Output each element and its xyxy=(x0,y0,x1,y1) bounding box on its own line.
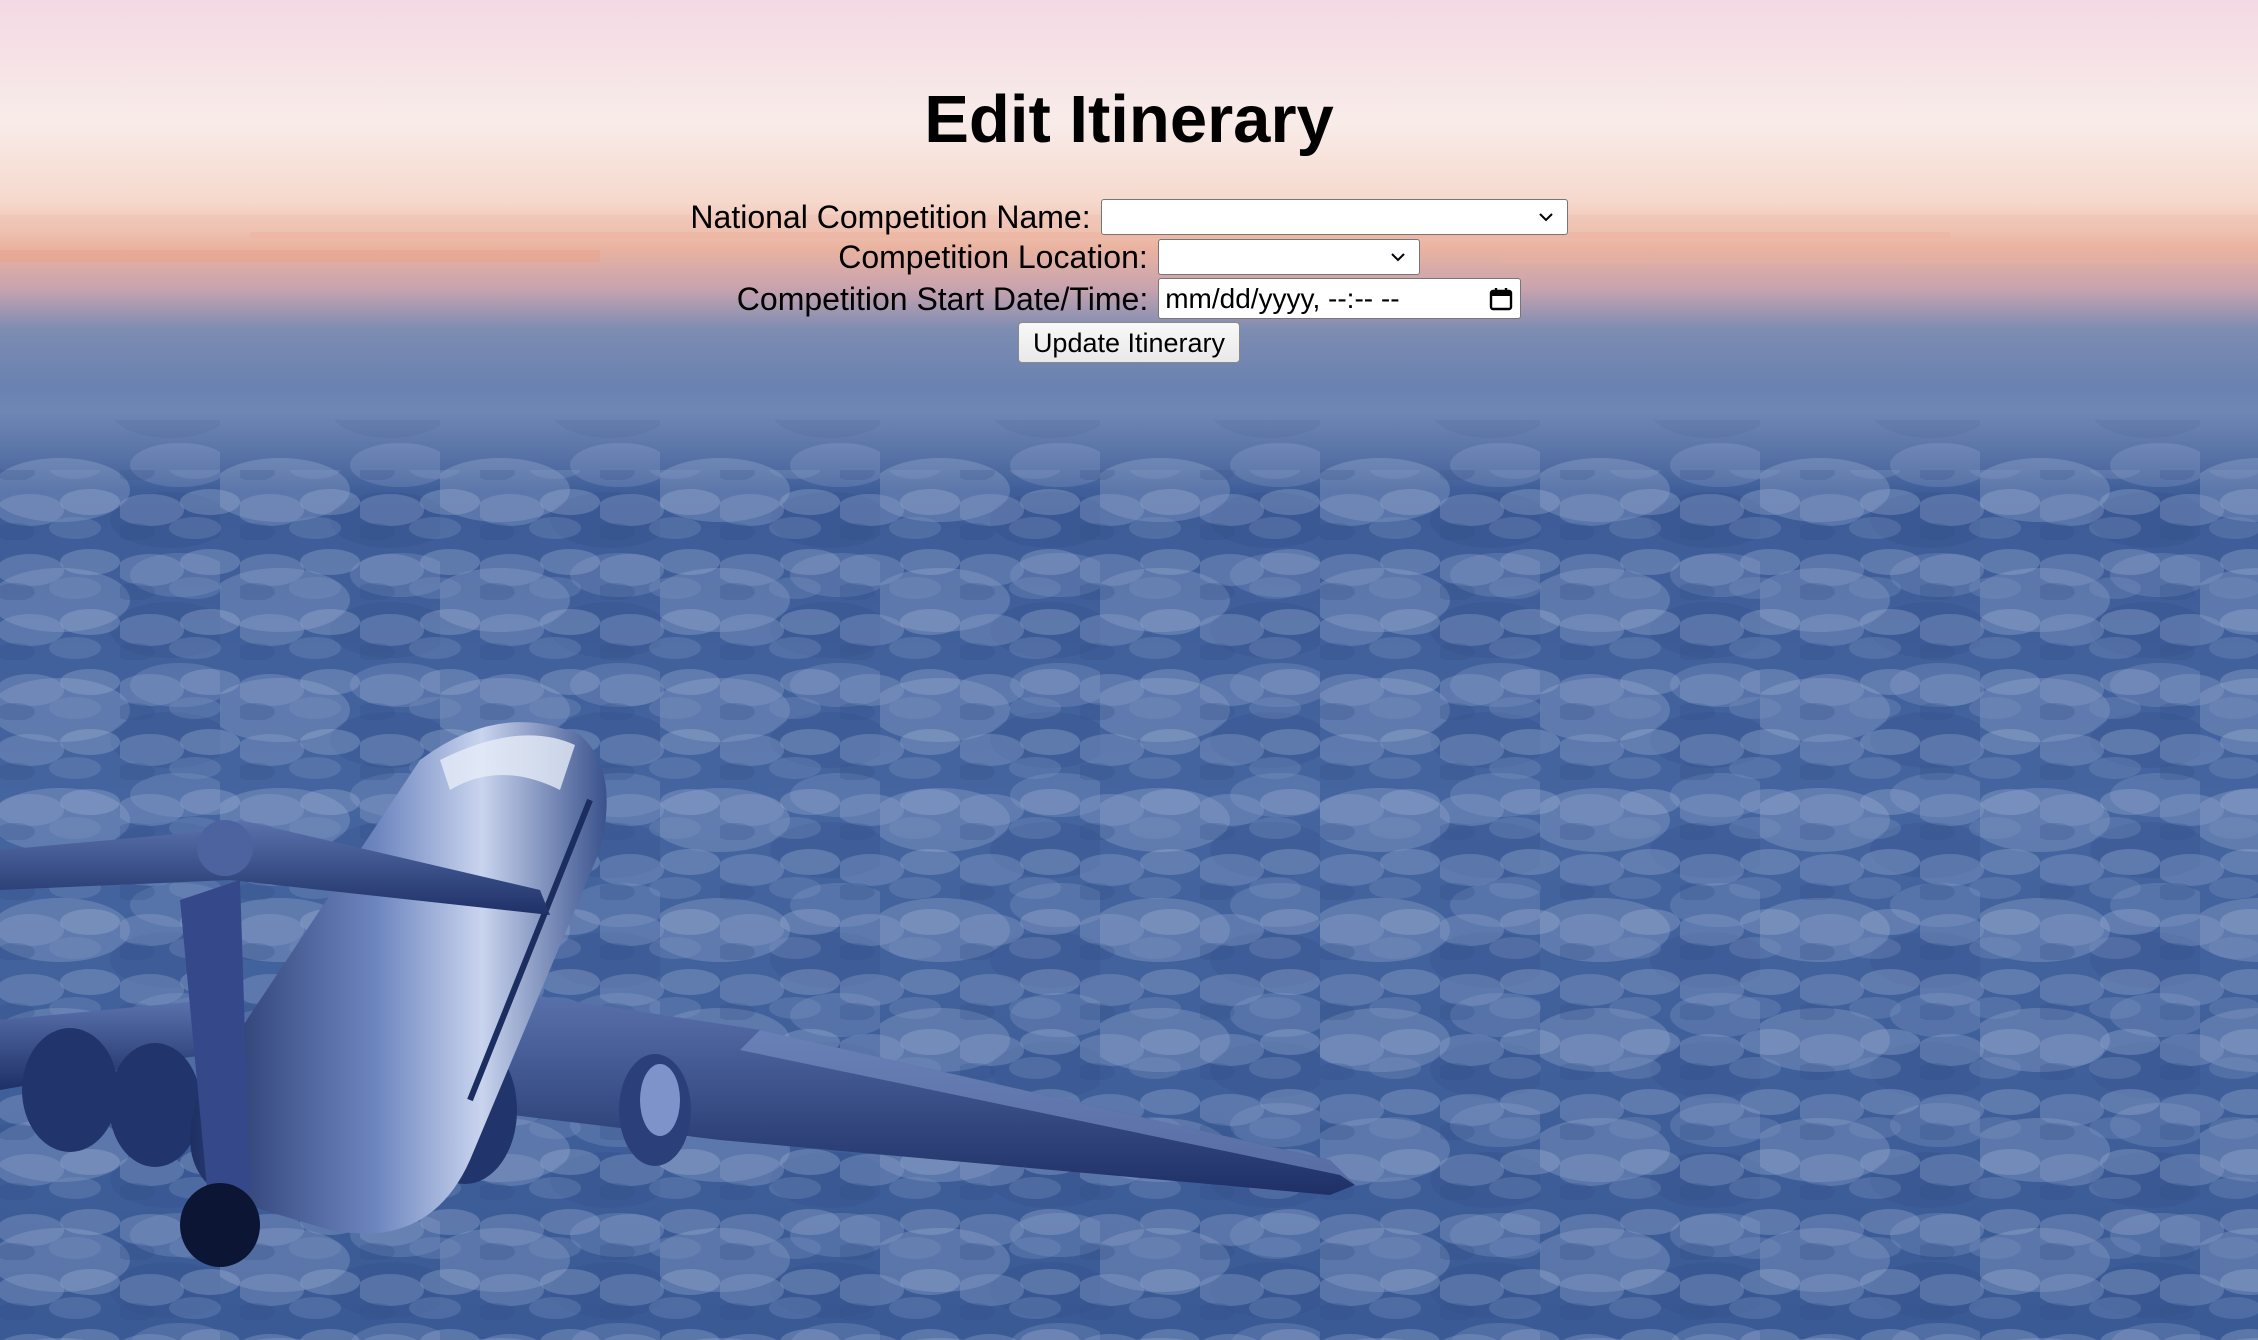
competition-location-row: Competition Location: xyxy=(0,238,2258,276)
start-datetime-label: Competition Start Date/Time: xyxy=(736,280,1149,317)
update-itinerary-button[interactable]: Update Itinerary xyxy=(1017,322,1241,363)
calendar-icon[interactable] xyxy=(1488,286,1514,312)
chevron-down-icon xyxy=(1538,213,1553,222)
start-datetime-row: Competition Start Date/Time: mm/dd/yyyy,… xyxy=(0,278,2258,319)
start-datetime-placeholder: mm/dd/yyyy, --:-- -- xyxy=(1165,282,1400,314)
competition-name-row: National Competition Name: xyxy=(0,198,2258,236)
competition-location-label: Competition Location: xyxy=(838,239,1148,275)
competition-name-label: National Competition Name: xyxy=(690,199,1091,235)
competition-location-select[interactable] xyxy=(1157,239,1420,275)
start-datetime-input[interactable]: mm/dd/yyyy, --:-- -- xyxy=(1158,278,1522,319)
chevron-down-icon xyxy=(1391,253,1405,262)
competition-name-select[interactable] xyxy=(1100,199,1568,235)
page-title: Edit Itinerary xyxy=(924,82,1334,157)
submit-row: Update Itinerary xyxy=(0,322,2258,363)
